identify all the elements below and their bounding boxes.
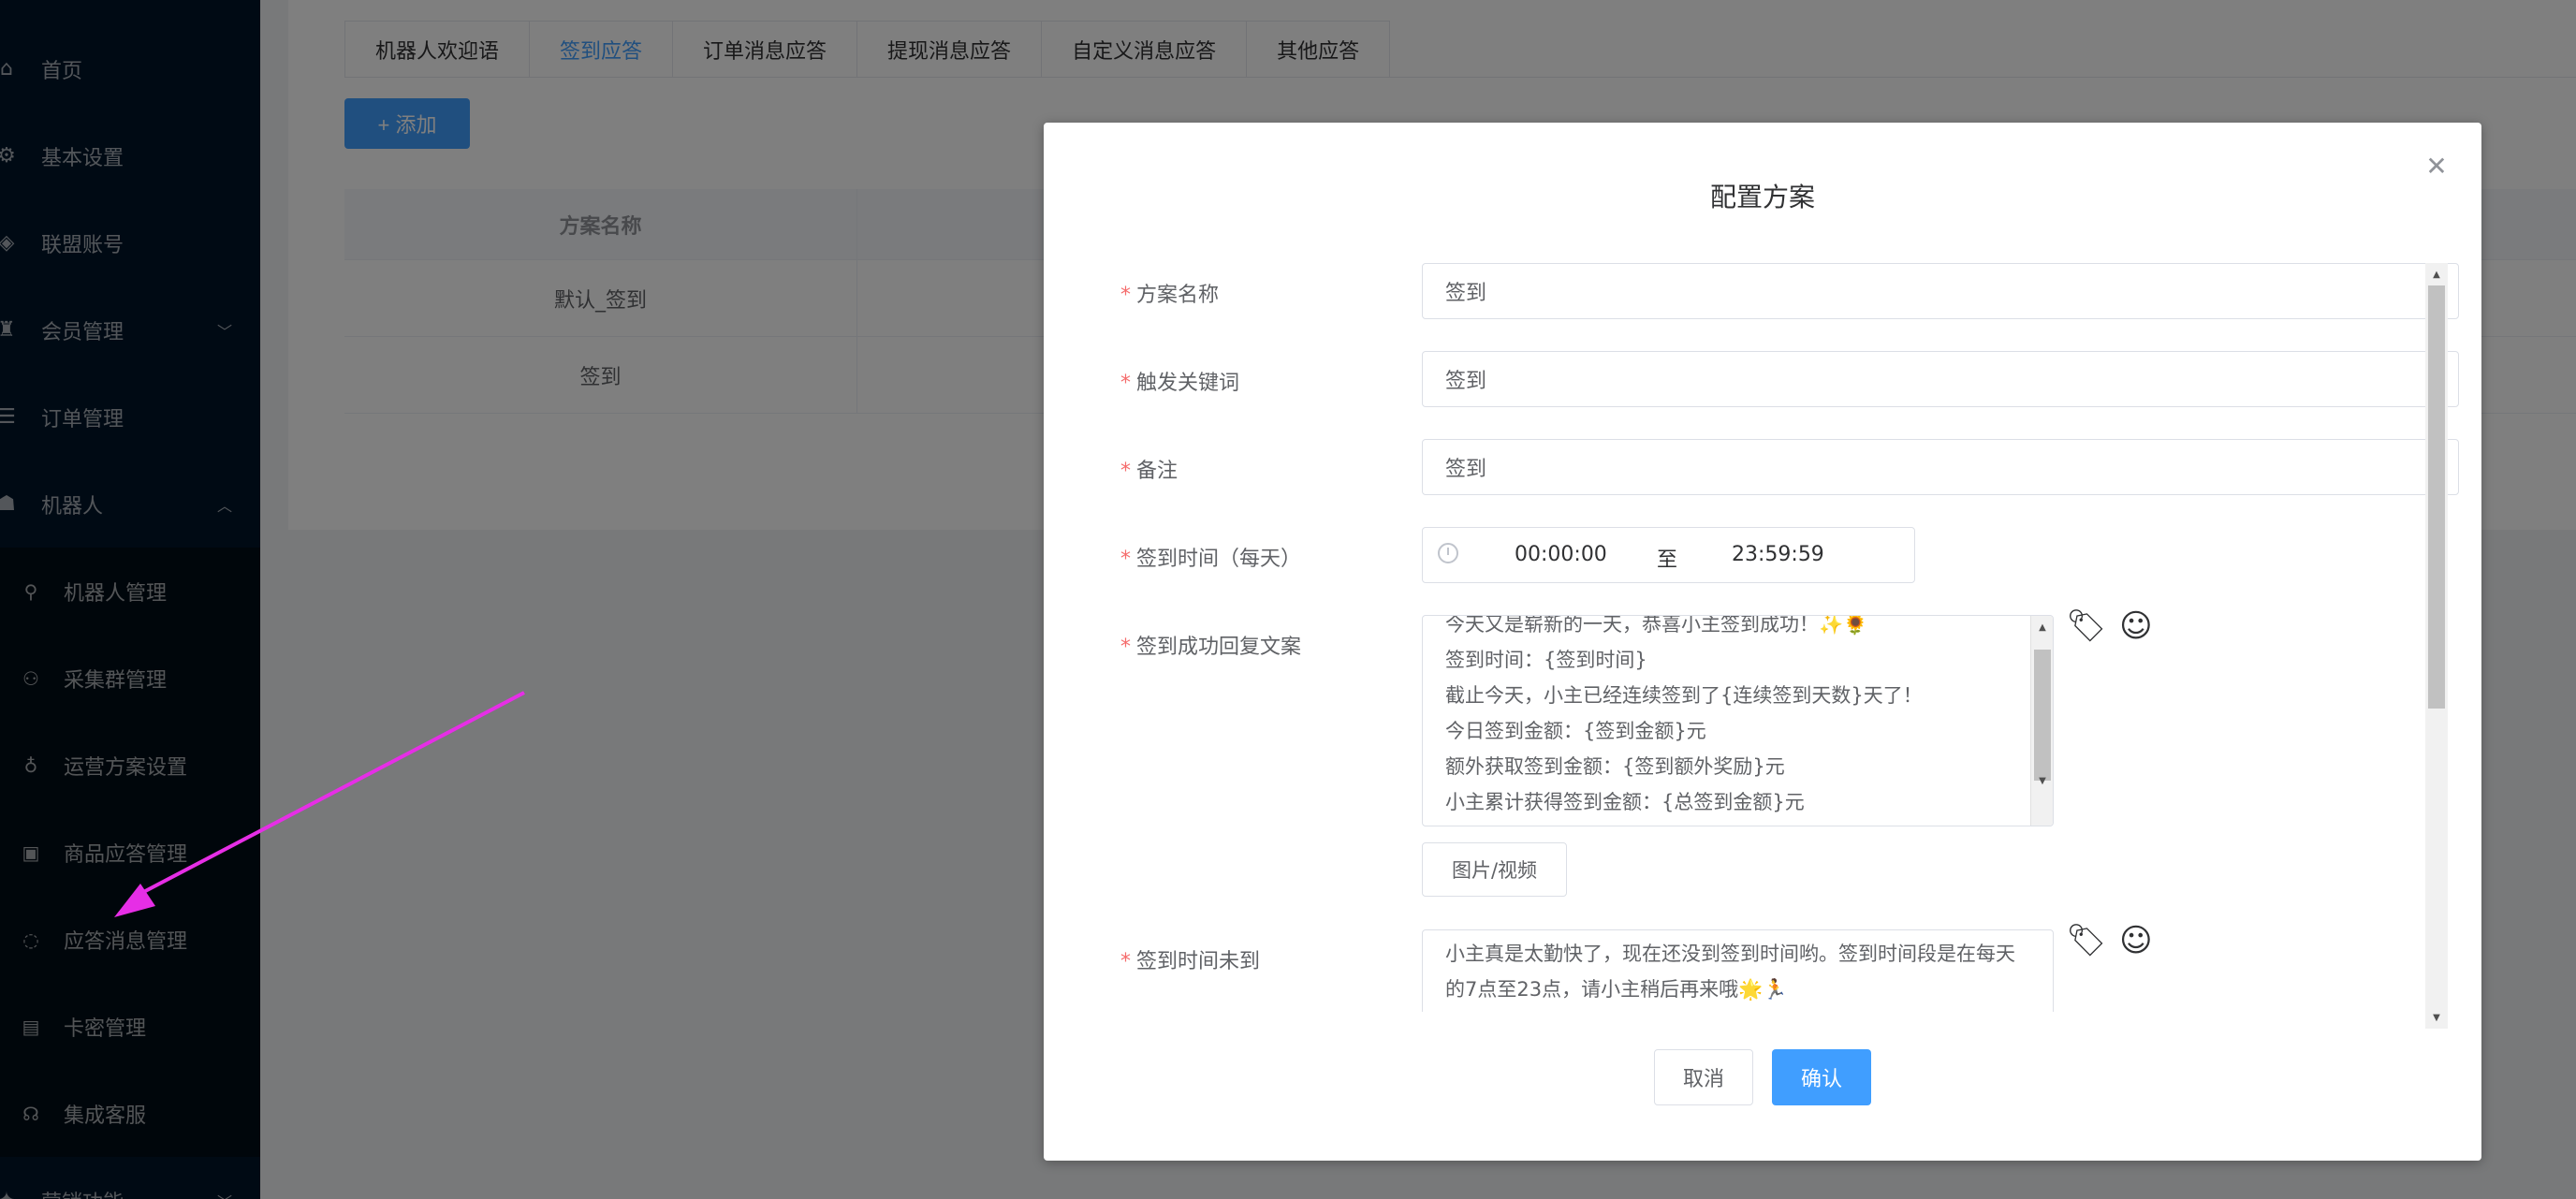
- textarea-line: 小主真是太勤快了，现在还没到签到时间哟。签到时间段是在每天: [1445, 943, 2015, 965]
- remark-label: * 备注: [1120, 460, 1178, 483]
- textarea-line: 的7点至23点，请小主稍后再来哦🌟🏃: [1445, 978, 1788, 1001]
- textarea-line: 签到时间：{签到时间}: [1445, 649, 1647, 671]
- name-input[interactable]: 签到: [1422, 263, 2459, 319]
- emoji-icon[interactable]: ☺: [2119, 607, 2152, 645]
- config-dialog: 配置方案 ✕ * 方案名称 签到 * 触发关键词 签到 * 备注 签到 * 签到时间（每…: [1044, 123, 2481, 1161]
- success-reply-tools: 🏷 ☺: [2066, 607, 2153, 645]
- scroll-up-icon[interactable]: ▲: [2031, 618, 2053, 636]
- success-reply-textarea[interactable]: 今天又是崭新的一天，恭喜小主签到成功！✨🌻 签到时间：{签到时间} 截止今天，小…: [1422, 615, 2054, 826]
- dialog-scrollbar[interactable]: ▲ ▼: [2425, 263, 2448, 1029]
- textarea-line: 小主累计获得签到金额：{总签到金额}元: [1445, 791, 1805, 813]
- time-label: * 签到时间（每天）: [1120, 548, 1302, 571]
- tag-icon[interactable]: 🏷: [2066, 922, 2106, 959]
- tag-icon[interactable]: 🏷: [2066, 607, 2106, 645]
- not-time-textarea[interactable]: 小主真是太勤快了，现在还没到签到时间哟。签到时间段是在每天 的7点至23点，请小…: [1422, 929, 2054, 1012]
- scrollbar-thumb[interactable]: [2034, 650, 2051, 781]
- textarea-line: 今天又是崭新的一天，恭喜小主签到成功！✨🌻: [1445, 615, 1868, 636]
- scroll-up-icon[interactable]: ▲: [2425, 265, 2448, 284]
- not-time-tools: 🏷 ☺: [2066, 922, 2153, 959]
- name-label: * 方案名称: [1120, 284, 1220, 307]
- media-button[interactable]: 图片/视频: [1422, 842, 1567, 897]
- scrollbar-thumb[interactable]: [2428, 285, 2445, 709]
- textarea-line: 今日签到金额：{签到金额}元: [1445, 720, 1706, 742]
- textarea-scrollbar[interactable]: ▲ ▼: [2030, 616, 2053, 826]
- keyword-input[interactable]: 签到: [1422, 351, 2459, 407]
- textarea-line: 截止今天，小主已经连续签到了{连续签到天数}天了！: [1445, 684, 1923, 707]
- textarea-line: 额外获取签到金额：{签到额外奖励}元: [1445, 755, 1785, 778]
- confirm-button[interactable]: 确认: [1772, 1049, 1871, 1105]
- time-range-picker[interactable]: 00:00:00 至 23:59:59: [1422, 527, 1915, 583]
- not-time-label: * 签到时间未到: [1120, 950, 1261, 973]
- dialog-body: * 方案名称 签到 * 触发关键词 签到 * 备注 签到 * 签到时间（每天） 00:0…: [1044, 263, 2481, 1012]
- dialog-footer: 取消 确认: [1044, 1049, 2481, 1105]
- success-reply-label: * 签到成功回复文案: [1120, 636, 1302, 659]
- time-separator: 至: [1657, 548, 1678, 572]
- keyword-label: * 触发关键词: [1120, 372, 1240, 395]
- emoji-icon[interactable]: ☺: [2119, 922, 2152, 959]
- remark-input[interactable]: 签到: [1422, 439, 2459, 495]
- scroll-down-icon[interactable]: ▼: [2425, 1008, 2448, 1027]
- time-end[interactable]: 23:59:59: [1732, 543, 1824, 566]
- dialog-title: 配置方案: [1709, 182, 1815, 212]
- clock-icon: [1438, 543, 1458, 563]
- cancel-button[interactable]: 取消: [1654, 1049, 1753, 1105]
- time-start[interactable]: 00:00:00: [1515, 543, 1607, 566]
- close-icon[interactable]: ✕: [2420, 149, 2453, 183]
- scroll-down-icon[interactable]: ▼: [2031, 771, 2053, 790]
